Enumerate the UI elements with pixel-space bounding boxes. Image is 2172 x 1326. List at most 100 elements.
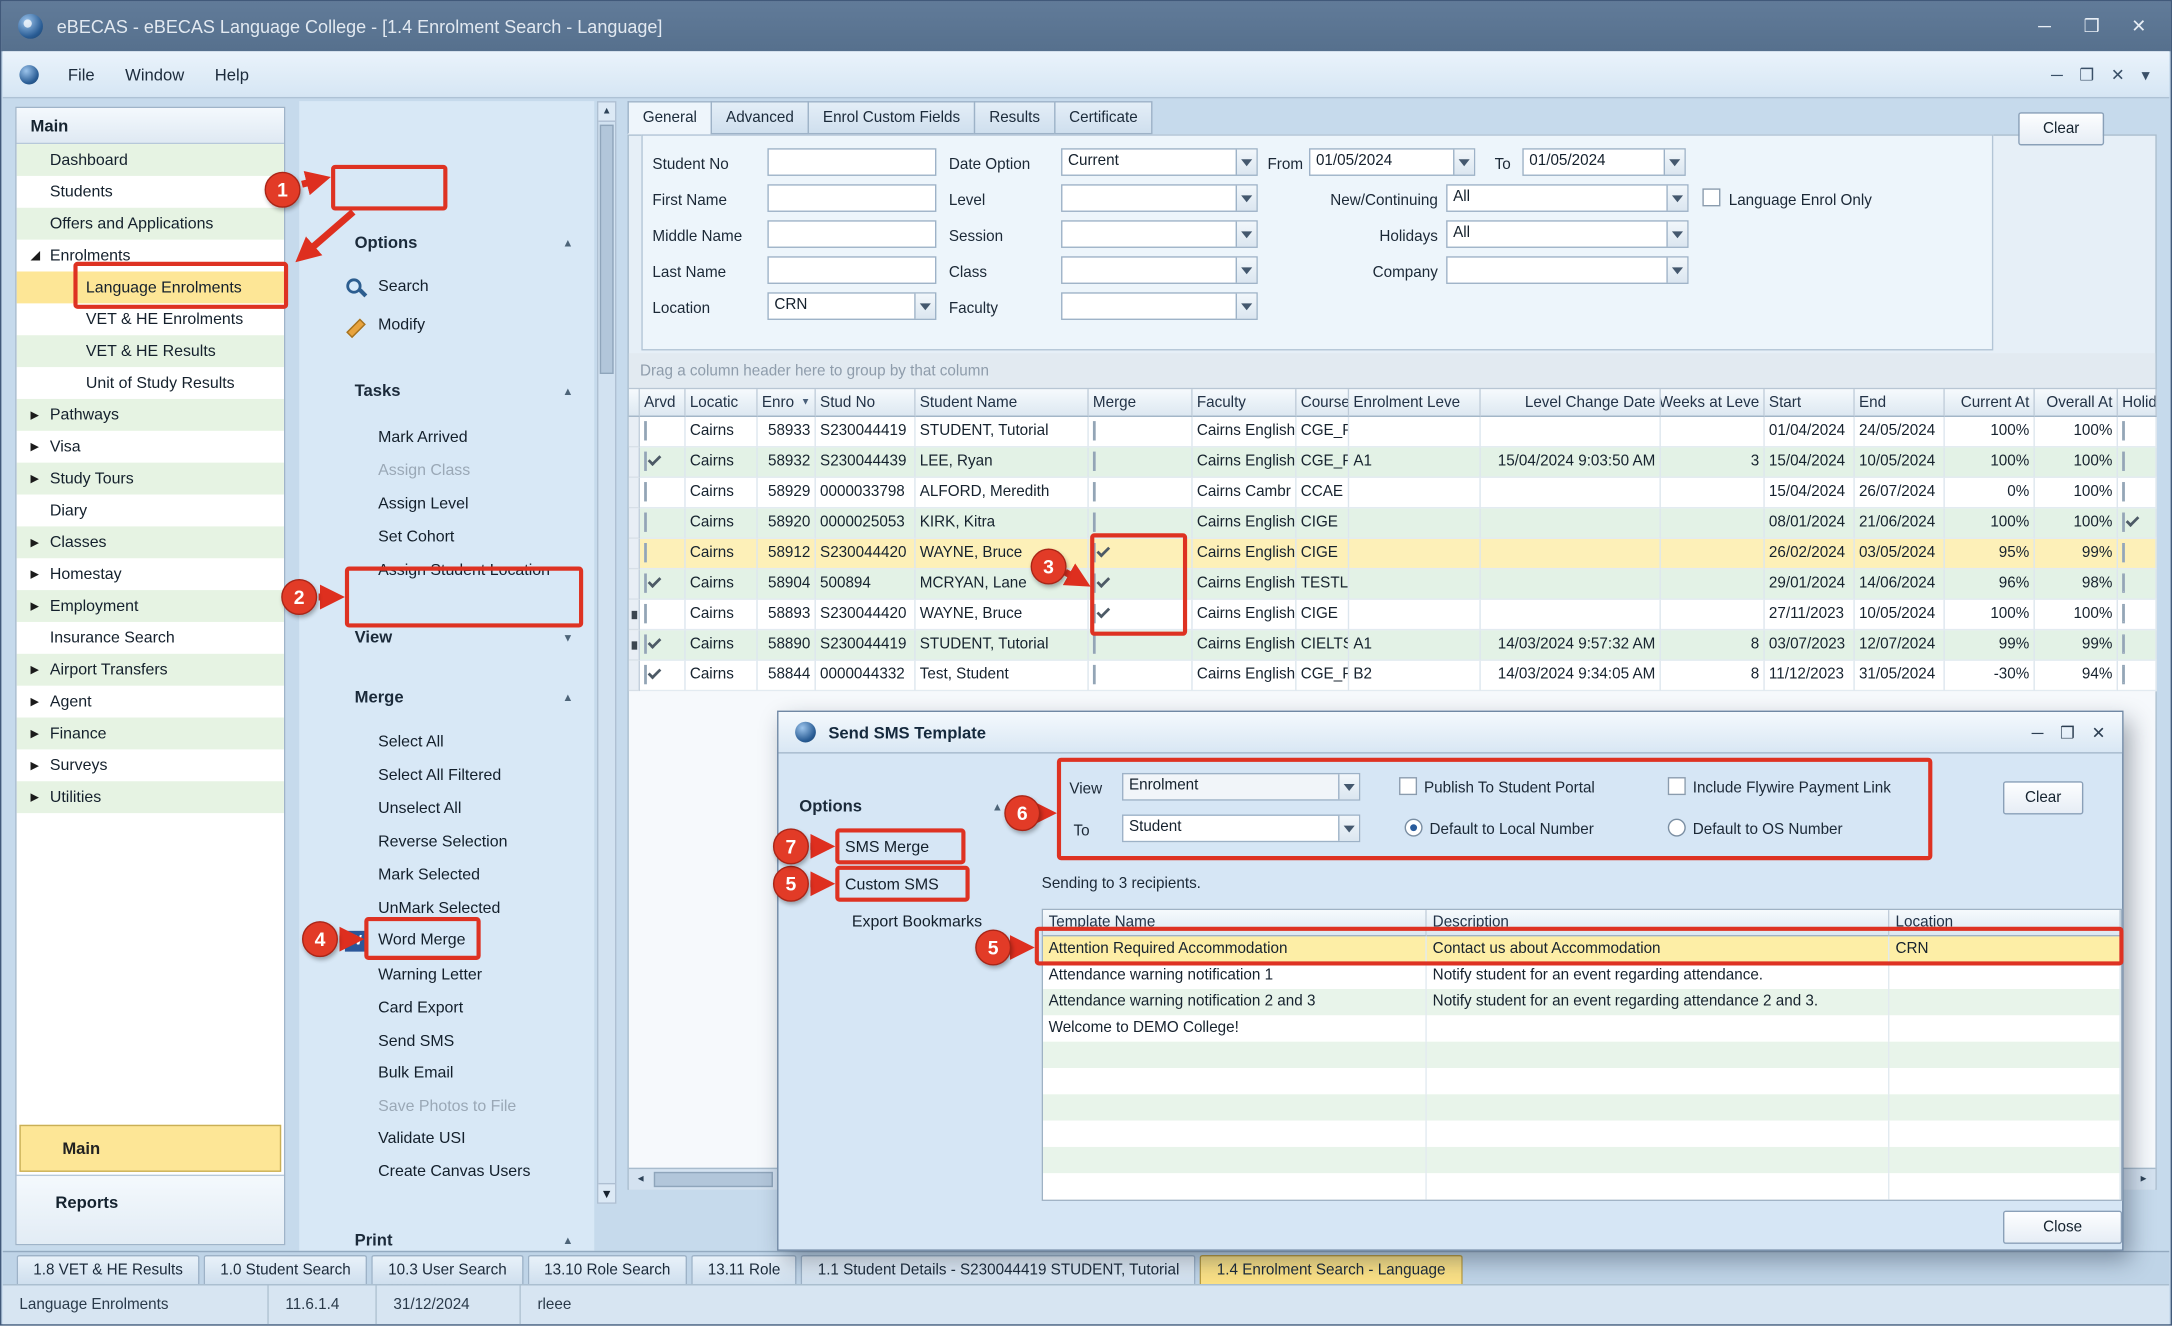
column-header-stud_no[interactable]: Stud No bbox=[816, 389, 916, 417]
scroll-left-icon[interactable]: ◄ bbox=[630, 1170, 651, 1189]
section-header-merge[interactable]: Merge▲ bbox=[355, 683, 578, 711]
arvd-checkbox[interactable] bbox=[644, 482, 647, 501]
mdi-close-icon[interactable]: ✕ bbox=[2111, 64, 2125, 83]
expand-icon[interactable]: ▶ bbox=[30, 791, 49, 803]
sidebar-item-homestay[interactable]: ▶Homestay bbox=[17, 558, 284, 590]
dropdown-arrow-icon[interactable] bbox=[1338, 774, 1359, 799]
dropdown-arrow-icon[interactable] bbox=[1666, 186, 1687, 211]
tab-certificate[interactable]: Certificate bbox=[1054, 101, 1153, 134]
holiday-checkbox[interactable] bbox=[2122, 543, 2125, 562]
arvd-checkbox[interactable] bbox=[644, 665, 647, 684]
chevron-down-icon[interactable]: ▼ bbox=[558, 631, 577, 643]
doc-tab-1-8-vet-he-results[interactable]: 1.8 VET & HE Results bbox=[17, 1255, 200, 1284]
tab-advanced[interactable]: Advanced bbox=[711, 101, 808, 134]
sidebar-item-finance[interactable]: ▶Finance bbox=[17, 718, 284, 750]
column-header-faculty[interactable]: Faculty bbox=[1193, 389, 1297, 417]
column-header-arvd[interactable]: Arvd bbox=[640, 389, 686, 417]
sidebar-group-reports[interactable]: Reports bbox=[17, 1175, 284, 1244]
holiday-checkbox[interactable] bbox=[2122, 573, 2125, 592]
holiday-checkbox[interactable] bbox=[2122, 665, 2125, 684]
dialog-close-icon[interactable]: ✕ bbox=[2092, 722, 2106, 741]
scrollbar-thumb[interactable] bbox=[654, 1172, 773, 1187]
mdi-minimize-icon[interactable]: ─ bbox=[2051, 64, 2063, 83]
to-recipient-select[interactable]: Student bbox=[1122, 814, 1360, 842]
maximize-icon[interactable]: ❒ bbox=[2068, 8, 2115, 44]
table-row[interactable]: Cairns58890S230044419STUDENT, TutorialCa… bbox=[629, 630, 2157, 660]
section-header-view[interactable]: View▼ bbox=[355, 623, 578, 651]
table-row[interactable]: Cairns58933S230044419STUDENT, TutorialCa… bbox=[629, 417, 2157, 447]
table-row[interactable]: Cairns58912S230044420WAYNE, BruceCairns … bbox=[629, 539, 2157, 569]
arvd-checkbox[interactable] bbox=[644, 604, 647, 623]
chevron-up-icon[interactable]: ▲ bbox=[558, 1234, 577, 1246]
column-header-location[interactable]: Locatic bbox=[686, 389, 758, 417]
action-bulk-email[interactable]: Bulk Email bbox=[378, 1060, 453, 1088]
holidays-select[interactable]: All bbox=[1446, 220, 1688, 248]
chevron-up-icon[interactable]: ▲ bbox=[558, 691, 577, 703]
tab-general[interactable]: General bbox=[627, 101, 710, 134]
dropdown-arrow-icon[interactable] bbox=[1338, 816, 1359, 841]
sidebar-item-vet-he-results[interactable]: VET & HE Results bbox=[17, 335, 284, 367]
publish-to-student-portal-checkbox[interactable] bbox=[1399, 777, 1417, 795]
column-header-name[interactable]: Student Name bbox=[916, 389, 1089, 417]
minimize-icon[interactable]: ─ bbox=[2021, 8, 2068, 44]
chevron-up-icon[interactable]: ▲ bbox=[558, 236, 577, 248]
action-validate-usi[interactable]: Validate USI bbox=[378, 1125, 465, 1153]
merge-checkbox[interactable] bbox=[1093, 665, 1096, 684]
expand-icon[interactable]: ▶ bbox=[30, 536, 49, 548]
sidebar-item-diary[interactable]: Diary bbox=[17, 495, 284, 527]
sidebar-item-employment[interactable]: ▶Employment bbox=[17, 590, 284, 622]
merge-checkbox[interactable] bbox=[1093, 634, 1096, 653]
column-header-holiday[interactable]: Holida bbox=[2118, 389, 2157, 417]
holiday-checkbox[interactable] bbox=[2122, 513, 2125, 532]
doc-tab-1-0-student-search[interactable]: 1.0 Student Search bbox=[204, 1255, 368, 1284]
scroll-down-icon[interactable]: ▼ bbox=[598, 1183, 615, 1202]
tab-enrol-custom-fields[interactable]: Enrol Custom Fields bbox=[808, 101, 974, 134]
action-search[interactable]: Search bbox=[345, 273, 429, 301]
last-name-input[interactable] bbox=[767, 256, 936, 284]
column-header-level[interactable]: Enrolment Leve bbox=[1349, 389, 1481, 417]
template-row[interactable]: Attention Required AccommodationContact … bbox=[1043, 936, 2121, 962]
dropdown-arrow-icon[interactable] bbox=[1664, 150, 1685, 175]
sidebar-item-airport-transfers[interactable]: ▶Airport Transfers bbox=[17, 654, 284, 686]
dropdown-arrow-icon[interactable] bbox=[1236, 186, 1257, 211]
column-header-current[interactable]: Current At bbox=[1945, 389, 2035, 417]
location-select[interactable]: CRN bbox=[767, 292, 936, 320]
merge-checkbox[interactable] bbox=[1093, 573, 1096, 592]
dropdown-arrow-icon[interactable] bbox=[1666, 258, 1687, 283]
action-assign-student-location[interactable]: Assign Student Location bbox=[378, 557, 550, 585]
arvd-checkbox[interactable] bbox=[644, 573, 647, 592]
dropdown-arrow-icon[interactable] bbox=[1236, 222, 1257, 247]
scroll-up-icon[interactable]: ▲ bbox=[598, 103, 615, 122]
section-header-print[interactable]: Print▲ bbox=[355, 1226, 578, 1254]
first-name-input[interactable] bbox=[767, 184, 936, 212]
expand-icon[interactable]: ▶ bbox=[30, 727, 49, 739]
include-flywire-checkbox[interactable] bbox=[1668, 777, 1686, 795]
mdi-chevron-icon[interactable]: ▾ bbox=[2141, 64, 2149, 83]
action-mark-selected[interactable]: Mark Selected bbox=[378, 862, 480, 890]
sidebar-item-visa[interactable]: ▶Visa bbox=[17, 431, 284, 463]
chevron-up-icon[interactable]: ▲ bbox=[988, 800, 1007, 812]
merge-checkbox[interactable] bbox=[1093, 543, 1096, 562]
default-os-number-radio[interactable] bbox=[1668, 819, 1686, 837]
view-select[interactable]: Enrolment bbox=[1122, 773, 1360, 801]
action-select-all[interactable]: Select All bbox=[378, 729, 444, 757]
merge-checkbox[interactable] bbox=[1093, 452, 1096, 471]
action-select-all-filtered[interactable]: Select All Filtered bbox=[378, 762, 501, 790]
table-row[interactable]: Cairns58904500894MCRYAN, LaneCairns Engl… bbox=[629, 569, 2157, 599]
scroll-right-icon[interactable]: ► bbox=[2133, 1170, 2154, 1189]
sidebar-item-vet-he-enrolments[interactable]: VET & HE Enrolments bbox=[17, 303, 284, 335]
menu-file[interactable]: File bbox=[53, 59, 110, 89]
menu-help[interactable]: Help bbox=[200, 59, 265, 89]
scrollbar-thumb[interactable] bbox=[600, 125, 614, 374]
dropdown-arrow-icon[interactable] bbox=[1666, 222, 1687, 247]
dialog-close-button[interactable]: Close bbox=[2003, 1211, 2122, 1244]
tab-results[interactable]: Results bbox=[974, 101, 1054, 134]
expand-icon[interactable]: ▶ bbox=[30, 440, 49, 452]
dialog-options-header[interactable]: Options ▲ bbox=[799, 792, 1007, 820]
to-date-select[interactable]: 01/05/2024 bbox=[1522, 148, 1685, 176]
arvd-checkbox[interactable] bbox=[644, 421, 647, 440]
expand-icon[interactable]: ▶ bbox=[30, 568, 49, 580]
table-row[interactable]: Cairns589200000025053KIRK, KitraCairns E… bbox=[629, 508, 2157, 538]
sidebar-item-students[interactable]: Students bbox=[17, 176, 284, 208]
action-set-cohort[interactable]: Set Cohort bbox=[378, 524, 454, 552]
